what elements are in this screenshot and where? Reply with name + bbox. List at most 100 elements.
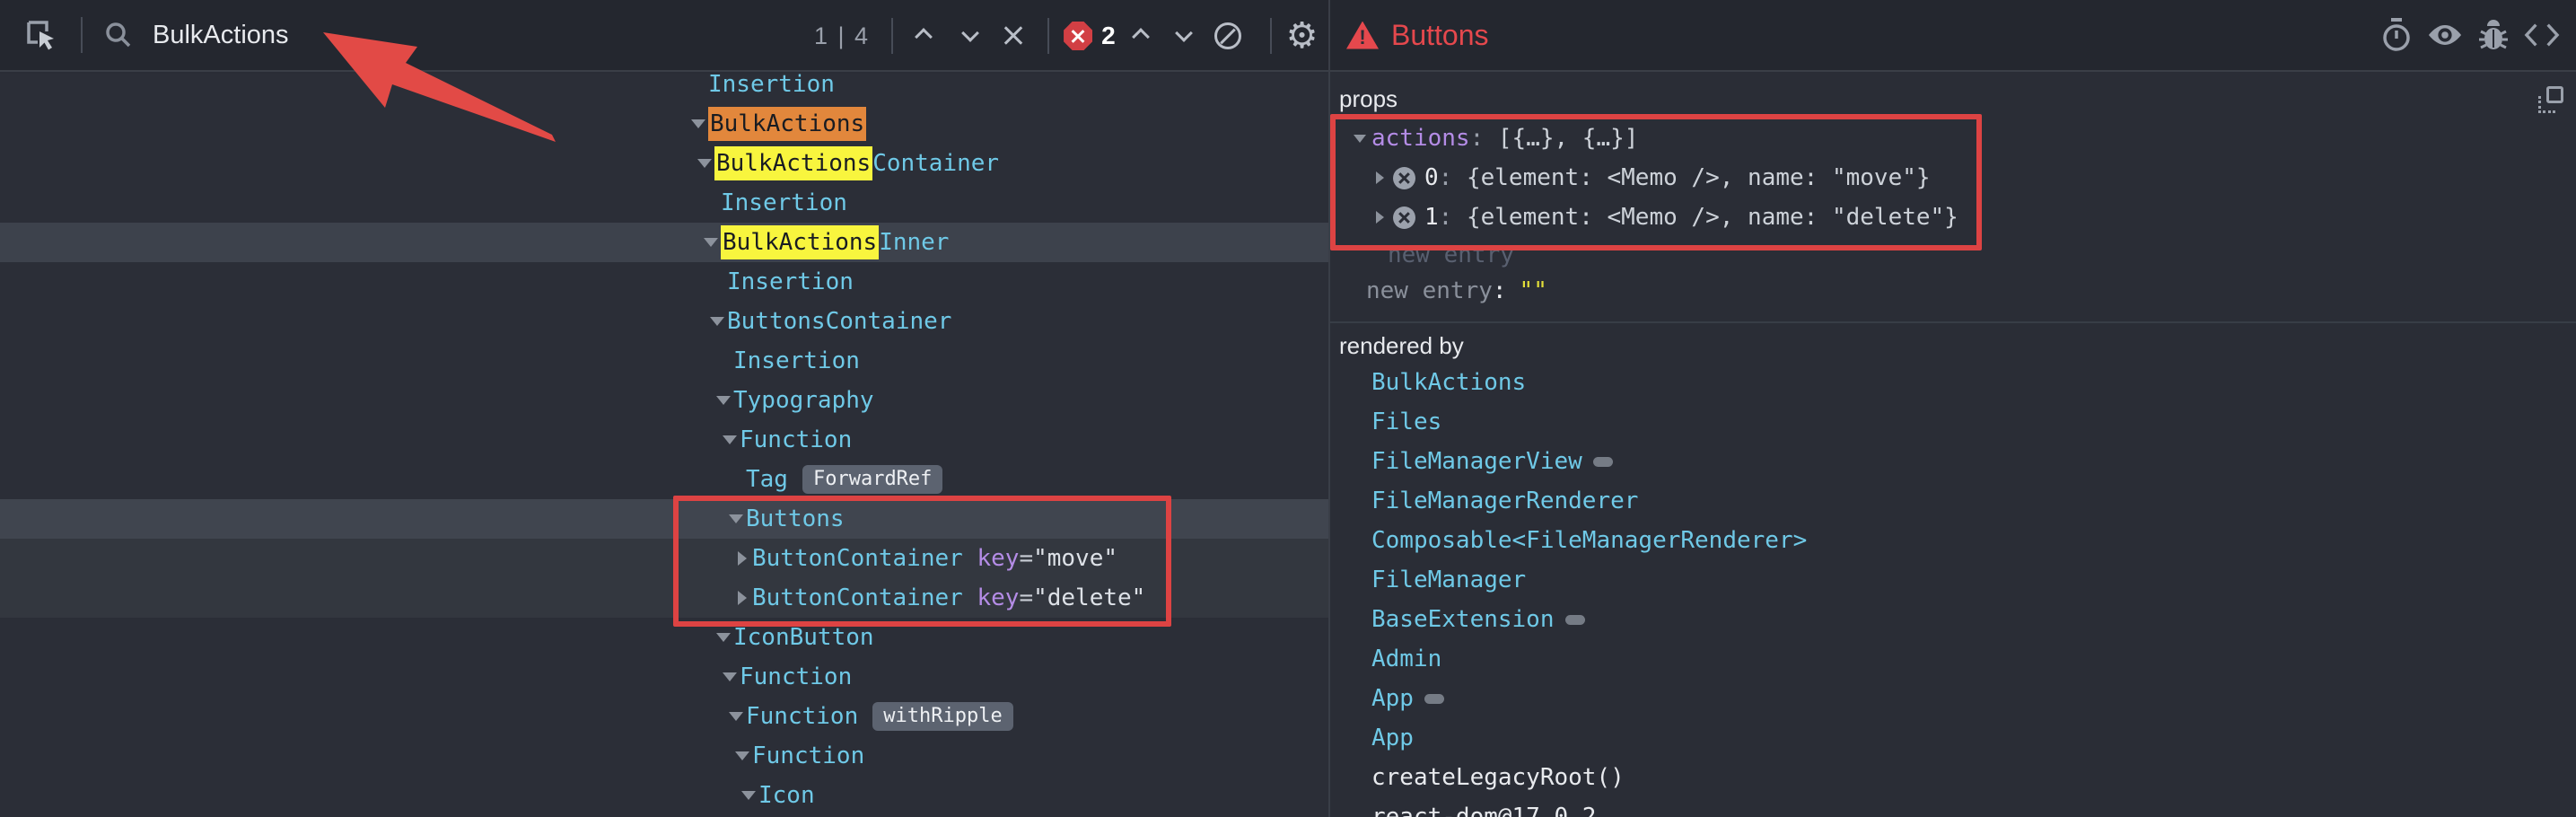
owner-link[interactable]: Composable<FileManagerRenderer> [1371,527,1807,554]
expand-arrow-icon[interactable] [739,786,758,805]
rendered-by-item-App[interactable]: App [1330,679,2576,718]
tree-row-ButtonsContainer[interactable]: ButtonsContainer [0,302,1328,341]
eye-icon[interactable] [2427,17,2463,53]
tree-row-Function[interactable]: Function [0,420,1328,460]
expand-arrow-icon[interactable] [732,746,752,766]
owner-link[interactable]: BulkActions [1371,369,1526,396]
props-list: actions: [{…}, {…}]0: {element: <Memo />… [1330,119,2576,309]
tree-row-Function[interactable]: Function [0,657,1328,697]
tree-row-Function[interactable]: Function [0,736,1328,776]
expand-arrow-icon[interactable] [732,549,752,568]
expand-arrow-icon[interactable] [720,430,740,450]
clear-search-button[interactable] [1003,25,1024,47]
item-index: 0 [1424,164,1439,191]
next-result-button[interactable] [961,26,981,46]
space [963,584,977,611]
expand-arrow-icon[interactable] [695,154,714,173]
inspect-element-icon[interactable] [23,17,59,53]
expand-arrow-icon[interactable] [701,233,721,252]
clear-errors-button[interactable] [1214,22,1241,49]
component-name: Inner [879,229,949,256]
prop-array-item-0[interactable]: 0: {element: <Memo />, name: "move"} [1330,158,2576,198]
tree-row-Insertion[interactable]: Insertion [0,74,1328,104]
owner-link[interactable]: FileManagerRenderer [1371,488,1638,514]
rendered-by-item-App[interactable]: App [1330,718,2576,758]
owner-link[interactable]: FileManagerView [1371,448,1582,475]
error-badge-icon [1064,22,1092,50]
expand-arrow-icon[interactable] [1368,211,1391,224]
expand-arrow-icon[interactable] [726,707,746,726]
rendered-by-item-Composable-FileManagerRenderer-[interactable]: Composable<FileManagerRenderer> [1330,521,2576,560]
prop-array-item-1[interactable]: 1: {element: <Memo />, name: "delete"} [1330,198,2576,237]
bug-icon[interactable] [2475,17,2511,53]
tree-row-IconButton[interactable]: IconButton [0,618,1328,657]
expand-arrow-icon[interactable] [714,628,733,647]
rendered-by-item-FileManagerView[interactable]: FileManagerView [1330,442,2576,481]
expand-arrow-icon[interactable] [714,391,733,410]
expand-arrow-icon[interactable] [1368,171,1391,184]
rendered-by-item-FileManagerRenderer[interactable]: FileManagerRenderer [1330,481,2576,521]
new-entry-value-input[interactable]: "" [1520,277,1547,304]
tree-row-Insertion[interactable]: Insertion [0,183,1328,223]
delete-entry-icon[interactable] [1393,167,1415,189]
prop-row-actions[interactable]: actions: [{…}, {…}] [1330,119,2576,158]
rendered-by-item-createLegacyRoot-: createLegacyRoot() [1330,758,2576,797]
tree-row-Insertion[interactable]: Insertion [0,341,1328,381]
triangle-closed [1376,171,1384,184]
tree-row-BulkActions[interactable]: BulkActions [0,104,1328,144]
tree-row-Icon[interactable]: Icon [0,776,1328,815]
component-name: IconButton [733,624,874,651]
owner-link[interactable]: FileManager [1371,567,1526,593]
rendered-by-item-BulkActions[interactable]: BulkActions [1330,363,2576,402]
rendered-by-item-BaseExtension[interactable]: BaseExtension [1330,600,2576,639]
stopwatch-icon[interactable] [2379,17,2414,53]
triangle-open [729,712,743,721]
tree-row-ButtonContainer[interactable]: ButtonContainer key="move" [0,539,1328,578]
owner-link[interactable]: App [1371,685,1414,712]
gear-icon[interactable]: ⚙ [1286,18,1319,54]
previous-error-button[interactable] [1132,26,1152,46]
triangle-closed [738,591,747,605]
component-name: Buttons [746,505,845,532]
tree-row-ButtonContainer[interactable]: ButtonContainer key="delete" [0,578,1328,618]
triangle-open [697,159,712,168]
triangle-open [716,633,731,642]
colon: : [1439,204,1467,231]
expand-arrow-icon[interactable] [1348,135,1371,143]
component-name: BulkActions [708,107,866,141]
copy-icon[interactable] [2538,86,2563,113]
tree-row-Typography[interactable]: Typography [0,381,1328,420]
tree-row-Function[interactable]: FunctionwithRipple [0,697,1328,736]
owner-link[interactable]: Admin [1371,646,1441,672]
expand-arrow-icon[interactable] [732,588,752,608]
owner-link[interactable]: App [1371,725,1414,751]
rendered-by-item-FileManager[interactable]: FileManager [1330,560,2576,600]
tree-row-Buttons[interactable]: Buttons [0,499,1328,539]
arrow-spacer [707,272,727,292]
expand-arrow-icon[interactable] [707,312,727,331]
owner-link[interactable]: Files [1371,408,1441,435]
expand-arrow-icon[interactable] [720,667,740,687]
tree-row-BulkActionsInner[interactable]: BulkActionsInner [0,223,1328,262]
new-entry-ghost-row[interactable]: new entry [1330,237,2576,273]
new-entry-row[interactable]: new entry:"" [1330,273,2576,309]
previous-result-button[interactable] [915,26,934,46]
rendered-by-item-Admin[interactable]: Admin [1330,639,2576,679]
next-error-button[interactable] [1175,26,1195,46]
tree-row-BulkActionsContainer[interactable]: BulkActionsContainer [0,144,1328,183]
rendered-by-item-Files[interactable]: Files [1330,402,2576,442]
owner-link[interactable]: BaseExtension [1371,606,1555,633]
owner-badge [1593,457,1613,467]
arrow-spacer [714,351,733,371]
arrow-spacer [726,470,746,489]
delete-entry-icon[interactable] [1393,206,1415,229]
tree-row-Tag[interactable]: TagForwardRef [0,460,1328,499]
expand-arrow-icon[interactable] [726,509,746,529]
tree-row-Insertion[interactable]: Insertion [0,262,1328,302]
component-name: ButtonContainer [752,584,963,611]
component-tree: Insertion BulkActionsBulkActionsContainer… [0,74,1328,817]
component-name: Insertion [708,74,835,98]
search-input[interactable]: BulkActions [153,21,289,50]
code-brackets-icon[interactable] [2524,17,2560,53]
expand-arrow-icon[interactable] [688,114,708,134]
